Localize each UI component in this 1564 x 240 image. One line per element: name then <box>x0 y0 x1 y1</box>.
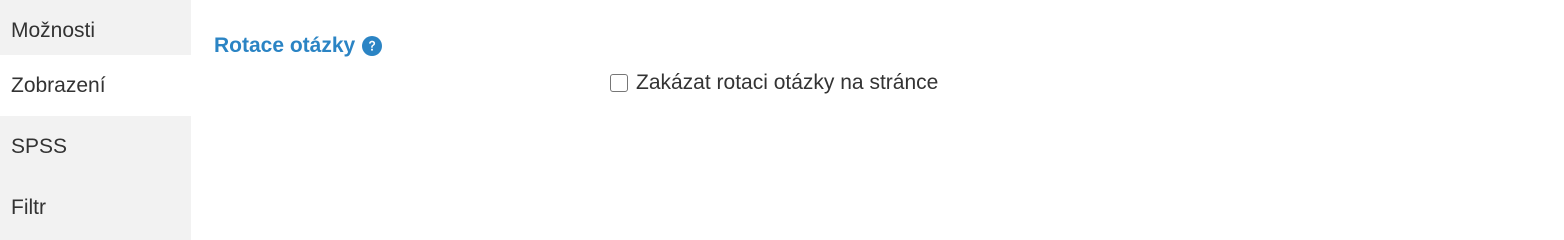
section-header: Rotace otázky <box>214 33 383 59</box>
disable-rotation-option[interactable]: Zakázat rotaci otázky na stránce <box>610 70 938 96</box>
sidebar-item-moznosti[interactable]: Možnosti <box>0 0 191 61</box>
disable-rotation-label[interactable]: Zakázat rotaci otázky na stránce <box>636 71 938 95</box>
sidebar-item-spss[interactable]: SPSS <box>0 116 191 177</box>
sidebar-item-zobrazeni[interactable]: Zobrazení <box>0 55 191 116</box>
section-title: Rotace otázky <box>214 34 356 57</box>
sidebar-item-filtr[interactable]: Filtr <box>0 177 191 238</box>
disable-rotation-checkbox[interactable] <box>610 74 628 92</box>
main-content: Rotace otázky Zakázat rotaci otázky na s… <box>191 0 1564 240</box>
sidebar: Možnosti Zobrazení SPSS Filtr <box>0 0 191 240</box>
settings-panel: Možnosti Zobrazení SPSS Filtr Rotace otá… <box>0 0 1564 240</box>
question-circle-icon[interactable] <box>362 36 383 56</box>
